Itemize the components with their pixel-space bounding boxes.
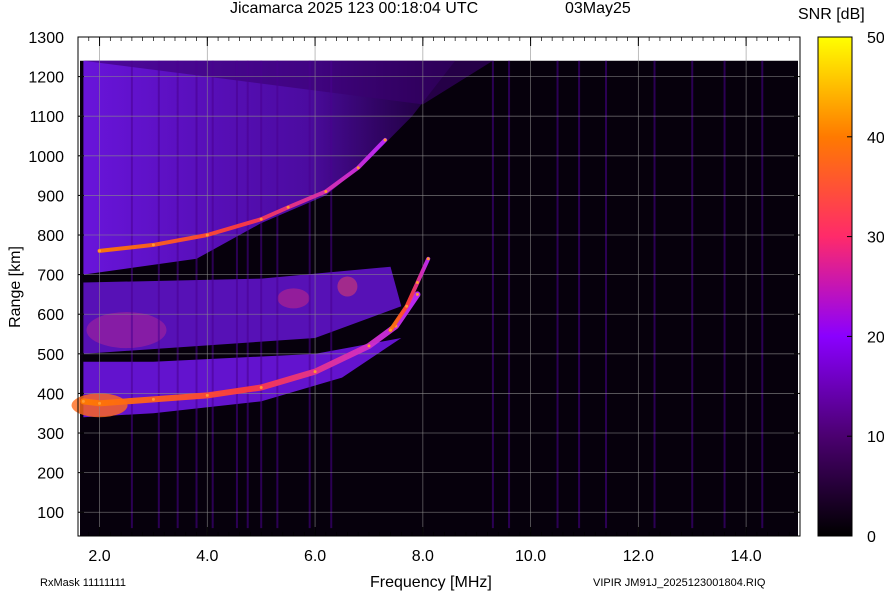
x-tick-label: 2.0 — [88, 548, 110, 565]
echo-patch — [277, 288, 310, 309]
trace-point — [324, 189, 328, 193]
x-tick-label: 14.0 — [731, 548, 762, 565]
colorbar-tick-label: 0 — [867, 529, 876, 546]
y-tick-label: 300 — [37, 426, 64, 443]
y-tick-label: 900 — [37, 188, 64, 205]
y-tick-label: 600 — [37, 307, 64, 324]
trace-point — [205, 233, 209, 237]
y-tick-label: 800 — [37, 228, 64, 245]
trace-point — [426, 257, 430, 261]
colorbar-tick-label: 10 — [867, 429, 884, 446]
trace-point — [259, 385, 263, 389]
y-tick-label: 1200 — [28, 70, 64, 87]
colorbar-tick-label: 50 — [867, 30, 884, 47]
x-tick-label: 8.0 — [412, 548, 434, 565]
trace-point — [389, 328, 393, 332]
y-tick-label: 1100 — [30, 109, 65, 126]
colorbar-tick-label: 40 — [867, 130, 884, 147]
trace-point — [151, 243, 155, 247]
y-tick-label: 1000 — [28, 149, 64, 166]
y-tick-label: 400 — [37, 386, 64, 403]
trace-point — [367, 344, 371, 348]
trace-point — [415, 281, 419, 285]
y-tick-label: 1300 — [28, 30, 64, 47]
trace-point — [151, 397, 155, 401]
trace-point — [286, 205, 290, 209]
x-tick-label: 10.0 — [515, 548, 546, 565]
echo-patch — [337, 276, 358, 297]
x-tick-label: 6.0 — [304, 548, 326, 565]
trace-point — [383, 138, 387, 142]
trace-point — [259, 217, 263, 221]
ionogram-chart: 2.0 4.0 6.0 8.0 10.0 12.0 14.01002003004005006… — [28, 30, 884, 565]
y-tick-label: 500 — [37, 347, 64, 364]
echo-patch — [86, 312, 167, 349]
trace-point — [313, 370, 317, 374]
colorbar-tick-label: 30 — [867, 230, 884, 247]
trace-point — [356, 166, 360, 170]
trace-point — [81, 399, 85, 403]
x-tick-label: 4.0 — [196, 548, 218, 565]
trace-point — [405, 304, 409, 308]
colorbar-tick-label: 20 — [867, 329, 884, 346]
trace-point — [415, 292, 419, 296]
colorbar-gradient — [817, 36, 853, 537]
trace-point — [98, 249, 102, 253]
trace-point — [205, 393, 209, 397]
x-tick-label: 12.0 — [623, 548, 654, 565]
y-tick-label: 100 — [37, 505, 64, 522]
trace-point — [98, 401, 102, 405]
y-tick-label: 700 — [37, 268, 64, 285]
y-tick-label: 200 — [37, 466, 64, 483]
